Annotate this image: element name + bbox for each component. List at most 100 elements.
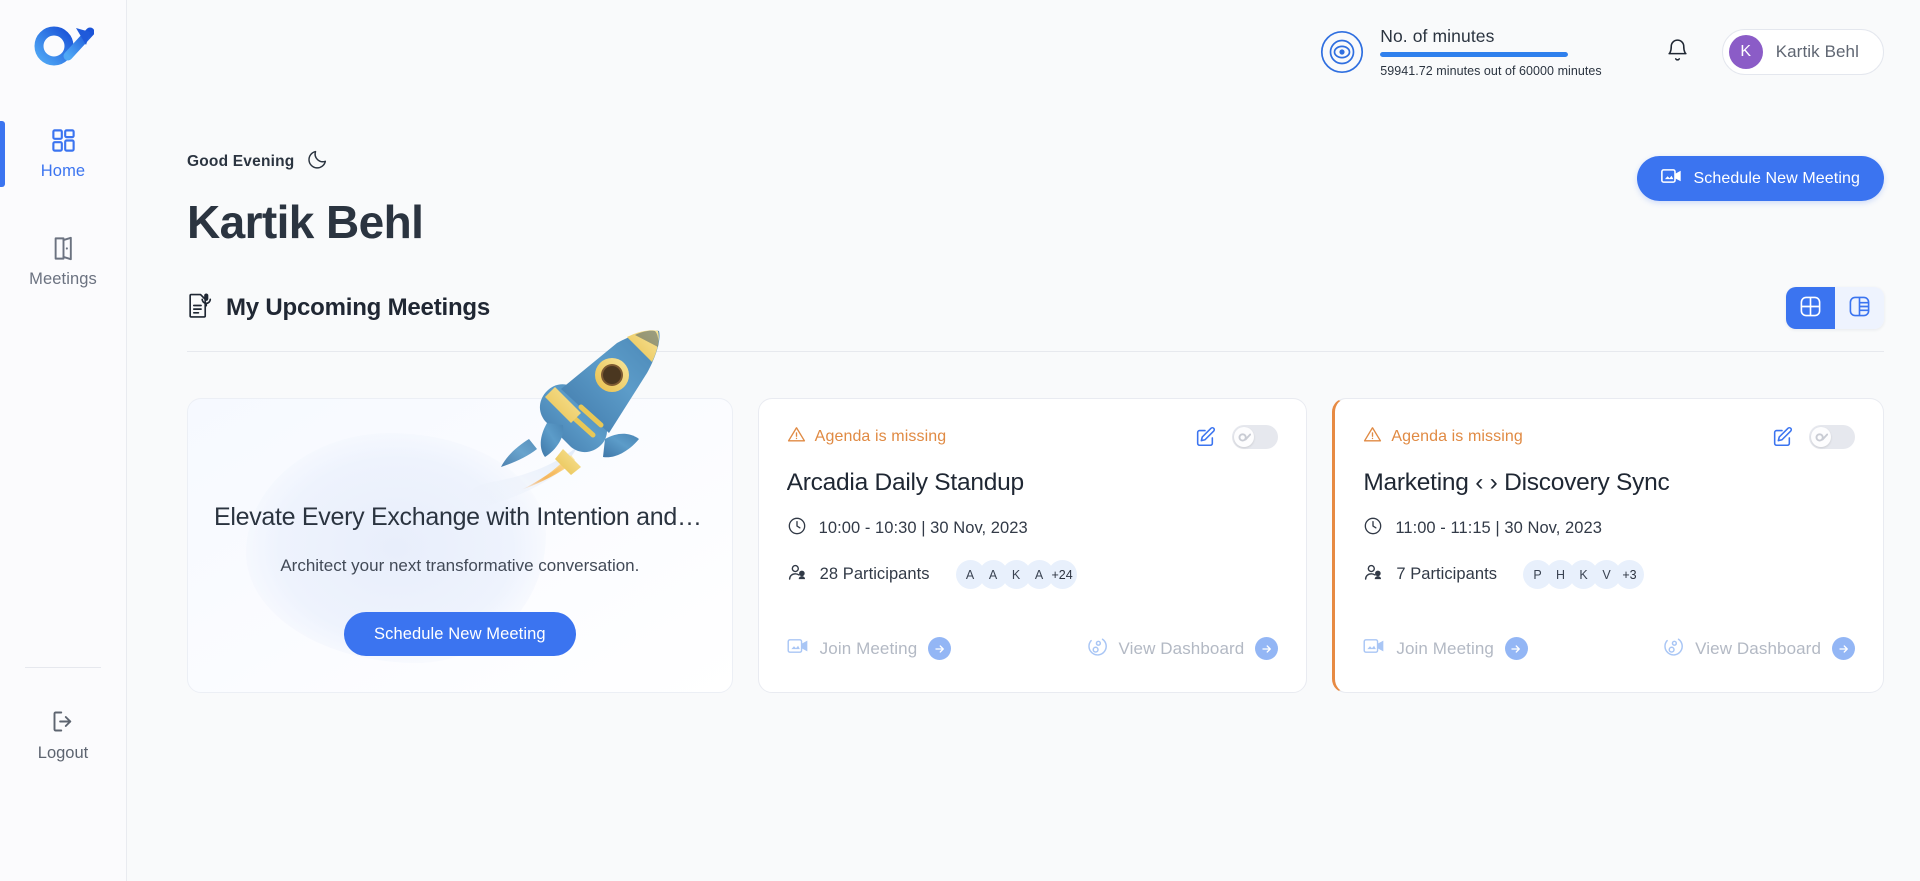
greeting-block: Good Evening Kartik Behl [187, 104, 424, 249]
section-title: My Upcoming Meetings [226, 294, 491, 321]
participants-count: 7 Participants [1396, 565, 1498, 583]
greeting-row: Good Evening Kartik Behl Schedule New Me… [187, 104, 1884, 249]
list-view-button[interactable] [1835, 287, 1884, 329]
user-menu[interactable]: K Kartik Behl [1721, 29, 1884, 75]
agenda-doc-icon [187, 292, 212, 324]
view-dashboard-label: View Dashboard [1695, 638, 1822, 658]
arrow-right-icon [1832, 637, 1856, 660]
participant-avatars: P H K V +3 [1523, 560, 1645, 589]
participant-avatar-overflow: +3 [1615, 560, 1645, 589]
sidebar-item-label: Meetings [29, 270, 97, 288]
promo-subtitle: Architect your next transformative conve… [280, 556, 640, 575]
moon-icon [307, 148, 329, 175]
meeting-time: 11:00 - 11:15 | 30 Nov, 2023 [1395, 519, 1602, 537]
promo-schedule-button[interactable]: Schedule New Meeting [343, 612, 576, 656]
video-icon [1661, 168, 1682, 189]
door-icon [50, 235, 77, 262]
promo-title: Elevate Every Exchange with Intention an… [214, 503, 706, 531]
warning-triangle-icon [1363, 425, 1382, 449]
minutes-quota-widget: No. of minutes 59941.72 minutes out of 6… [1320, 26, 1602, 78]
sidebar-divider [25, 667, 101, 668]
grid-icon [50, 127, 77, 154]
join-meeting-button[interactable]: Join Meeting [787, 637, 952, 660]
arrow-right-icon [928, 637, 952, 660]
meeting-title: Arcadia Daily Standup [786, 469, 1024, 496]
sidebar-nav: Home Meetings [0, 117, 126, 299]
meeting-participants-row: 7 Participants P H K V +3 [1363, 560, 1855, 589]
sidebar-item-home[interactable]: Home [0, 117, 126, 191]
section-header: My Upcoming Meetings [187, 287, 1884, 329]
promo-card: Elevate Every Exchange with Intention an… [187, 330, 733, 693]
notifications-button[interactable] [1656, 30, 1700, 74]
grid-view-icon [1799, 295, 1822, 321]
arrow-right-icon [1504, 637, 1528, 660]
meeting-toggle[interactable] [1809, 425, 1856, 449]
sidebar-item-label: Logout [37, 744, 89, 762]
card-actions [1194, 425, 1279, 449]
participants-count: 28 Participants [819, 565, 930, 583]
meeting-time: 10:00 - 10:30 | 30 Nov, 2023 [818, 519, 1028, 537]
minutes-progress-bar [1380, 52, 1569, 57]
grid-view-button[interactable] [1786, 287, 1835, 329]
minutes-progress-fill [1380, 52, 1569, 57]
card-actions [1771, 425, 1856, 449]
minutes-title: No. of minutes [1380, 26, 1495, 46]
dashboard-icon [1662, 635, 1684, 662]
sidebar-footer: Logout [0, 667, 126, 881]
agenda-warning: Agenda is missing [1363, 425, 1523, 449]
participant-avatar-overflow: +24 [1047, 560, 1077, 589]
ox-logo-icon [1815, 433, 1828, 442]
view-dashboard-label: View Dashboard [1118, 638, 1245, 658]
view-dashboard-button[interactable]: View Dashboard [1086, 635, 1279, 662]
join-meeting-button[interactable]: Join Meeting [1363, 637, 1528, 660]
join-meeting-label: Join Meeting [1396, 638, 1494, 658]
meeting-card: Agenda is missing [1332, 398, 1885, 693]
meeting-participants-row: 28 Participants A A K A +24 [787, 560, 1279, 589]
section-divider [187, 351, 1884, 352]
bell-icon [1665, 37, 1690, 68]
people-icon [787, 562, 808, 588]
card-footer: Join Meeting View Dashboard [787, 635, 1279, 668]
app-root: Home Meetings Logout No. of minutes 5994… [0, 0, 1920, 881]
view-dashboard-button[interactable]: View Dashboard [1662, 635, 1856, 662]
schedule-new-meeting-button[interactable]: Schedule New Meeting [1637, 156, 1884, 201]
greeting-line: Good Evening [187, 148, 423, 175]
card-top: Agenda is missing [787, 425, 1279, 449]
meeting-card: Agenda is missing [757, 398, 1308, 693]
meeting-toggle[interactable] [1232, 425, 1279, 449]
clock-icon [1363, 516, 1383, 541]
sidebar-item-logout[interactable]: Logout [38, 708, 88, 763]
edit-square-icon[interactable] [1771, 426, 1793, 448]
people-icon [1363, 562, 1384, 588]
user-name: Kartik Behl [1775, 42, 1859, 61]
join-meeting-label: Join Meeting [819, 638, 918, 658]
list-view-icon [1848, 295, 1871, 321]
video-icon [1363, 638, 1385, 659]
app-logo[interactable] [32, 22, 95, 71]
main-area: No. of minutes 59941.72 minutes out of 6… [127, 0, 1920, 881]
ox-logo-icon [1238, 433, 1251, 442]
clock-icon [787, 516, 807, 541]
edit-square-icon[interactable] [1194, 426, 1216, 448]
meeting-time-row: 10:00 - 10:30 | 30 Nov, 2023 [787, 516, 1279, 541]
video-icon [787, 638, 809, 659]
page-title: Kartik Behl [187, 196, 424, 248]
avatar: K [1728, 35, 1763, 69]
warning-triangle-icon [787, 425, 806, 449]
meetings-card-list: Elevate Every Exchange with Intention an… [187, 330, 1885, 693]
agenda-warning: Agenda is missing [787, 425, 947, 449]
sidebar-item-meetings[interactable]: Meetings [0, 225, 126, 299]
agenda-warning-label: Agenda is missing [814, 428, 947, 445]
section-title-wrap: My Upcoming Meetings [187, 292, 490, 324]
sidebar: Home Meetings Logout [0, 0, 127, 881]
minutes-subtitle: 59941.72 minutes out of 60000 minutes [1380, 64, 1602, 78]
participant-avatars: A A K A +24 [955, 560, 1077, 589]
logout-icon [50, 708, 77, 735]
view-toggle-group [1786, 287, 1884, 329]
arrow-right-icon [1255, 637, 1279, 660]
toggle-knob [1811, 427, 1832, 447]
card-footer: Join Meeting View Dashboard [1363, 635, 1856, 668]
ox-logo-icon [34, 26, 95, 66]
agenda-warning-label: Agenda is missing [1391, 428, 1523, 445]
card-top: Agenda is missing [1363, 425, 1856, 449]
